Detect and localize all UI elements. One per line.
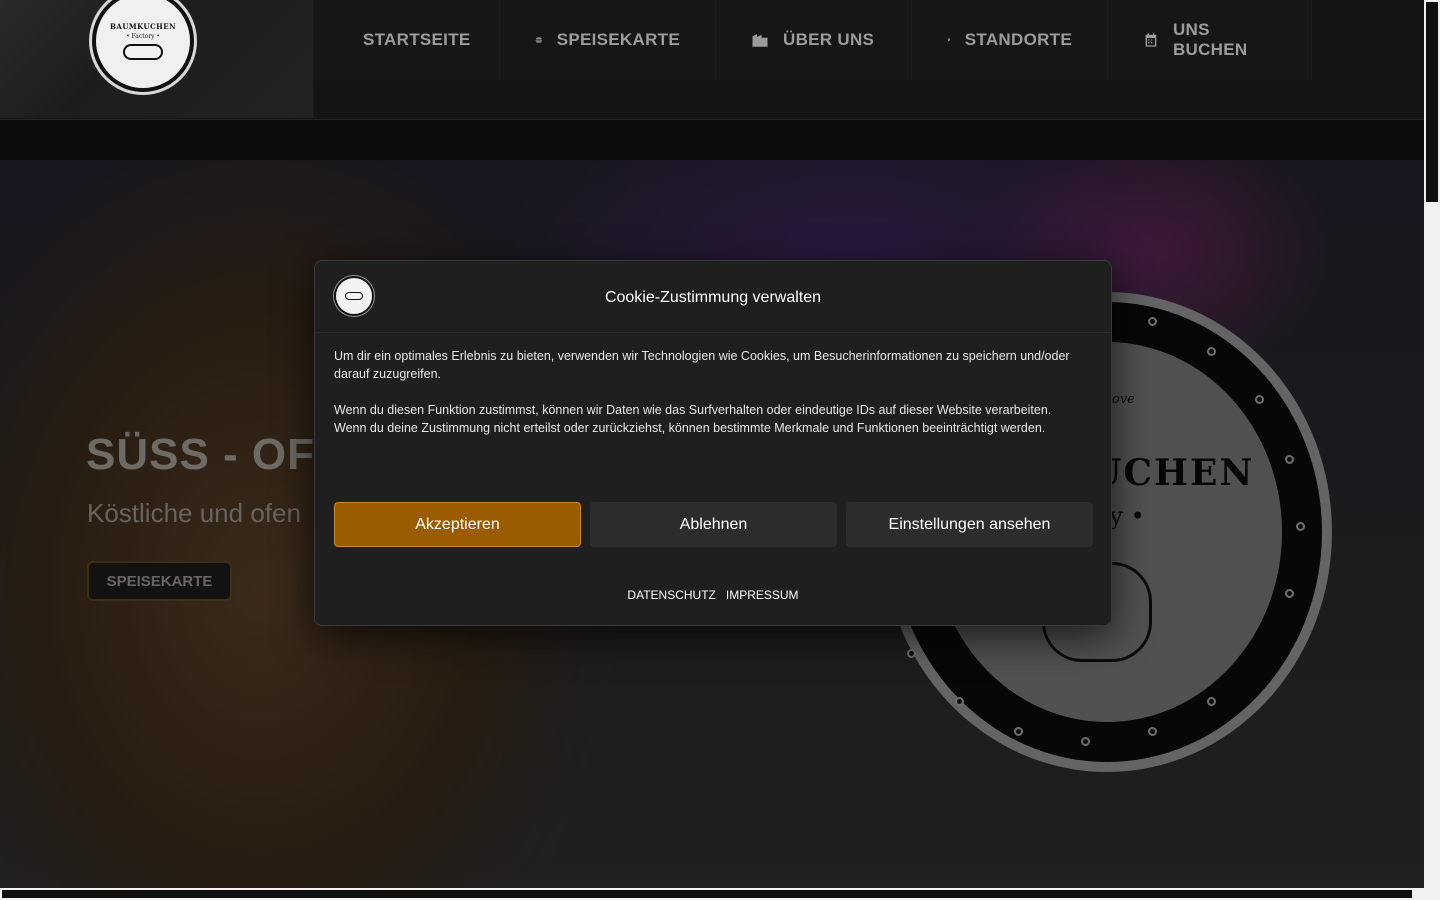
nav-item-speisekarte[interactable]: SPEISEKARTE (500, 0, 716, 80)
site-header: BAUMKUCHEN • Factory • STARTSEITE SPEISE… (0, 0, 1424, 120)
logo-area[interactable]: BAUMKUCHEN • Factory • (0, 0, 314, 118)
nav-item-startseite[interactable]: STARTSEITE (314, 0, 500, 80)
hero-menu-button[interactable]: SPEISEKARTE (87, 561, 232, 601)
cookie-dialog-body: Um dir ein optimales Erlebnis zu bieten,… (334, 347, 1074, 437)
hero-subtitle: Köstliche und ofen (87, 498, 301, 528)
nav-item-label: STANDORTE (964, 30, 1072, 49)
map-pin-icon (947, 38, 950, 42)
nav-item-standorte[interactable]: STANDORTE (912, 0, 1108, 80)
logo-subtext: • Factory • (126, 33, 160, 40)
nav-item-ueber-uns[interactable]: ÜBER UNS (716, 0, 912, 80)
site-logo[interactable]: BAUMKUCHEN • Factory • (92, 0, 194, 92)
nav-item-uns-buchen[interactable]: UNS BUCHEN (1108, 0, 1312, 80)
burger-icon (535, 37, 543, 43)
imprint-link[interactable]: IMPRESSUM (726, 588, 799, 602)
vertical-scrollbar[interactable] (1424, 0, 1440, 888)
calendar-icon (1145, 33, 1157, 47)
view-preferences-button[interactable]: Einstellungen ansehen (846, 502, 1093, 547)
horizontal-scrollbar[interactable] (0, 888, 1440, 900)
nav-item-label: STARTSEITE (363, 30, 471, 49)
building-icon (752, 34, 768, 47)
cookie-dialog-header: Cookie-Zustimmung verwalten (315, 261, 1111, 333)
accept-button[interactable]: Akzeptieren (334, 502, 581, 547)
hero-title: SÜSS - OFE (86, 430, 346, 479)
cookie-dialog-links: DATENSCHUTZ IMPRESSUM (315, 588, 1111, 602)
logo-text: BAUMKUCHEN (109, 22, 177, 31)
cookie-paragraph-1: Um dir ein optimales Erlebnis zu bieten,… (334, 349, 1070, 381)
nav-item-label: SPEISEKARTE (556, 30, 680, 49)
deny-button[interactable]: Ablehnen (590, 502, 837, 547)
nav-item-label: ÜBER UNS (783, 30, 875, 49)
cookie-consent-dialog: Cookie-Zustimmung verwalten Um dir ein o… (314, 260, 1112, 626)
cookie-paragraph-2: Wenn du diesen Funktion zustimmst, könne… (334, 403, 1052, 435)
privacy-link[interactable]: DATENSCHUTZ (627, 588, 715, 602)
logo-roll-icon (123, 44, 163, 60)
cookie-dialog-title: Cookie-Zustimmung verwalten (604, 289, 822, 306)
scrollbar-thumb[interactable] (2, 890, 1412, 898)
sub-bar (0, 120, 1424, 160)
scrollbar-thumb[interactable] (1426, 2, 1438, 202)
nav-item-label: UNS BUCHEN (1172, 20, 1248, 59)
main-nav: STARTSEITE SPEISEKARTE ÜBER UNS STANDORT… (314, 0, 1312, 118)
